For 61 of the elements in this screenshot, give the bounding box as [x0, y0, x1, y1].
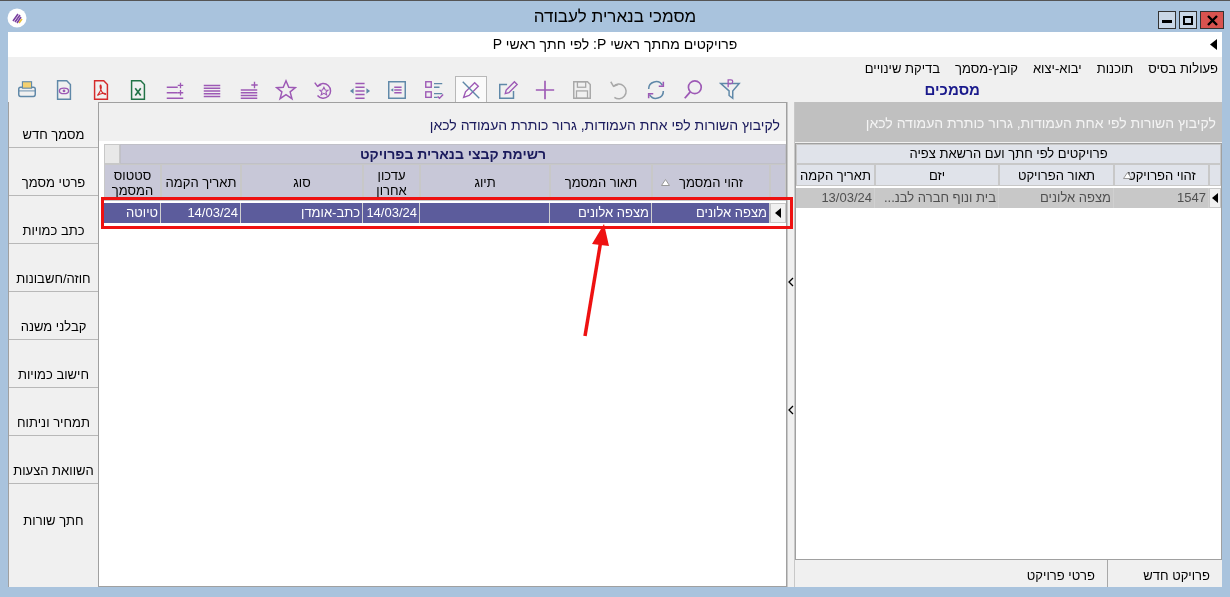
close-button[interactable] — [1200, 11, 1224, 29]
lines-plus-icon — [238, 79, 260, 101]
column-header[interactable]: זהוי הפרויקט — [1114, 164, 1209, 186]
project-button[interactable]: פרויקט חדש — [1107, 560, 1222, 587]
window-title: מסמכי בנארית לעבודה — [533, 5, 697, 28]
grid-title: פרויקטים לפי חתך ועם הרשאת צפיה — [796, 144, 1221, 164]
sort-arrow-icon[interactable] — [661, 179, 670, 186]
column-header[interactable]: תאריך הקמה — [796, 164, 875, 186]
framed-lines-icon — [386, 79, 408, 101]
column-header[interactable]: סוג — [241, 164, 363, 201]
row-indicator[interactable] — [770, 203, 786, 223]
subheader-text: פרויקטים מחתך ראשי P: לפי חתך ראשי P — [492, 35, 738, 54]
maximize-button[interactable] — [1179, 11, 1197, 29]
section-title: מסמכים — [924, 79, 980, 100]
save-icon — [571, 79, 593, 101]
column-header[interactable]: תיוג — [420, 164, 550, 201]
table-cell: 13/03/24 — [796, 188, 875, 208]
column-header[interactable]: עדכון אחרון — [363, 164, 420, 201]
table-cell: מצפה אלונים — [999, 188, 1114, 208]
checklist-icon — [423, 79, 445, 101]
table-cell: מצפה אלונים — [550, 203, 652, 223]
close-icon — [1206, 14, 1218, 26]
column-header[interactable]: תאור המסמך — [550, 164, 652, 201]
search-icon — [682, 79, 704, 101]
undo-icon — [608, 79, 630, 101]
column-header[interactable]: תאור הפרויקט — [999, 164, 1114, 186]
row-indicator[interactable] — [1209, 188, 1221, 208]
filter-icon — [719, 79, 741, 101]
column-header[interactable]: סטטוס המסמך — [104, 164, 161, 201]
row-indicator-header — [1209, 164, 1221, 186]
menu-item[interactable]: תוכנות — [1096, 58, 1134, 78]
menu-item[interactable]: קובץ-מסמך — [955, 58, 1018, 78]
refresh-icon — [645, 79, 667, 101]
table-cell: טיוטה — [104, 203, 161, 223]
minimize-button[interactable] — [1158, 11, 1176, 29]
collapse-arrow-icon[interactable] — [1210, 39, 1218, 50]
column-header[interactable]: יזם — [875, 164, 999, 186]
table-cell: מצפה אלונים — [652, 203, 770, 223]
menu-item[interactable]: פעולות בסיס — [1148, 58, 1218, 78]
plus-icon — [534, 79, 556, 101]
scrollbar-track — [104, 144, 120, 164]
pencil-cross-icon — [460, 79, 482, 101]
star-undo-icon — [312, 79, 334, 101]
table-cell: בית ונוף חברה לבנ... — [875, 188, 999, 208]
group-by-hint: לקיבוץ השורות לפי אחת העמודות, גרור כותרת העמודה לכאן — [99, 103, 786, 141]
pencil-cross-button[interactable] — [455, 76, 487, 104]
table-cell: 1547 — [1114, 188, 1209, 208]
menu-item[interactable]: יבוא-יצוא — [1032, 58, 1082, 78]
menu-item[interactable]: בדיקת שינויים — [864, 58, 941, 78]
star-icon — [275, 79, 297, 101]
app-logo-icon — [7, 8, 27, 28]
column-header[interactable]: זהוי המסמך — [652, 164, 770, 201]
column-header[interactable]: תאריך הקמה — [161, 164, 241, 201]
table-cell: 14/03/24 — [161, 203, 241, 223]
project-button[interactable]: פרטי פרויקט — [992, 560, 1107, 587]
splitter[interactable] — [787, 102, 795, 587]
row-indicator-header — [770, 164, 786, 201]
grid-title: רשימת קבצי בנארית בפרויקט — [120, 144, 786, 164]
table-cell: כתב-אומדן — [241, 203, 363, 223]
table-cell: 14/03/24 — [363, 203, 420, 223]
edit-icon — [497, 79, 519, 101]
